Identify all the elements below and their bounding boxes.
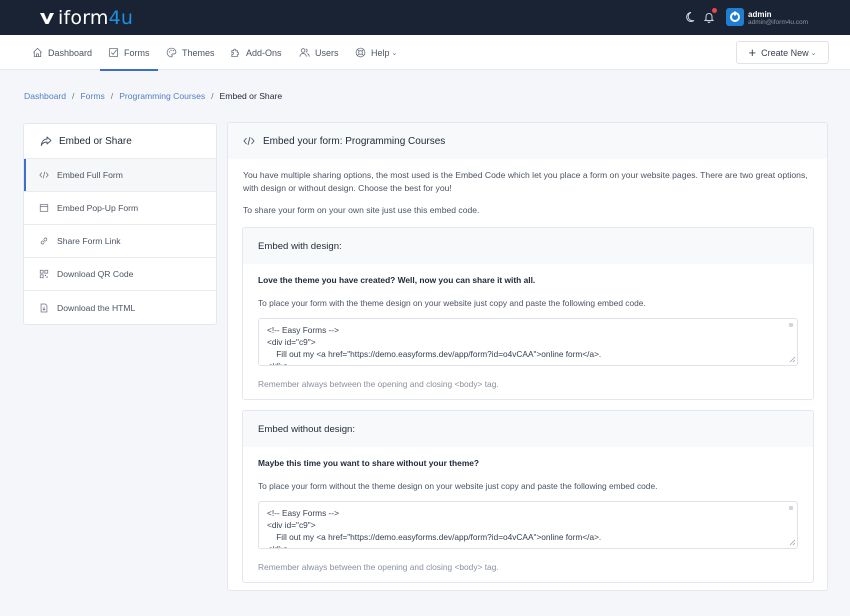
user-email: admin@iform4u.com xyxy=(748,19,809,26)
scrollbar[interactable] xyxy=(789,323,793,327)
resize-handle-icon[interactable] xyxy=(788,355,796,363)
embed-with-design-description: To place your form with the theme design… xyxy=(258,298,646,308)
breadcrumb-form[interactable]: Programming Courses xyxy=(119,91,205,101)
nav-label: Help xyxy=(371,47,390,58)
intro-text: You have multiple sharing options, the m… xyxy=(243,170,808,193)
nav-users[interactable]: Users xyxy=(299,35,339,70)
logo-text: iform4u xyxy=(58,7,134,29)
top-bar: iform4u admin admin@iform4u.com xyxy=(0,0,850,35)
embed-without-design-code[interactable]: <!-- Easy Forms --> <div id="c9"> Fill o… xyxy=(258,501,798,549)
puzzle-icon xyxy=(231,48,240,58)
embed-without-design-title: Embed without design: xyxy=(243,411,813,447)
sidebar-item-label: Embed Pop-Up Form xyxy=(57,203,139,213)
code-icon xyxy=(39,171,49,179)
scrollbar[interactable] xyxy=(789,506,793,510)
link-icon xyxy=(40,237,48,245)
nav-label: Add-Ons xyxy=(246,47,282,58)
breadcrumb-separator: / xyxy=(110,91,114,101)
nav-help[interactable]: Help ⌄ xyxy=(355,35,397,70)
chevron-down-icon: ⌄ xyxy=(810,49,817,57)
users-icon xyxy=(299,48,310,57)
embed-without-design-note: Remember always between the opening and … xyxy=(258,562,499,572)
plus-icon: + xyxy=(748,45,757,60)
nav-themes[interactable]: Themes xyxy=(166,35,215,70)
forms-icon xyxy=(108,47,119,58)
sidebar-item-label: Download QR Code xyxy=(57,269,134,279)
share-icon xyxy=(40,136,52,146)
file-download-icon xyxy=(40,303,48,312)
avatar[interactable] xyxy=(726,8,744,26)
embed-without-design-card: Embed without design: Maybe this time yo… xyxy=(242,410,814,583)
sidebar-item-share-form-link[interactable]: Share Form Link xyxy=(24,225,216,258)
qr-code-icon xyxy=(39,269,49,279)
logo[interactable]: iform4u xyxy=(39,7,133,29)
embed-with-design-lead: Love the theme you have created? Well, n… xyxy=(258,275,536,285)
embed-with-design-code[interactable]: <!-- Easy Forms --> <div id="c9"> Fill o… xyxy=(258,318,798,366)
breadcrumb-current: Embed or Share xyxy=(219,91,283,101)
breadcrumb: Dashboard / Forms / Programming Courses … xyxy=(24,91,282,101)
embed-card-header: Embed your form: Programming Courses xyxy=(228,123,827,159)
breadcrumb-dashboard[interactable]: Dashboard xyxy=(24,91,66,101)
notification-badge xyxy=(712,8,717,13)
main-nav: Dashboard Forms Themes Add-Ons Users Hel… xyxy=(0,35,850,71)
create-new-button[interactable]: + Create New ⌄ xyxy=(736,41,829,64)
code-icon xyxy=(243,136,255,146)
user-name[interactable]: admin xyxy=(748,10,772,19)
logo-check-icon xyxy=(40,13,54,24)
intro-subtext: To share your form on your own site just… xyxy=(243,205,480,215)
nav-addons[interactable]: Add-Ons xyxy=(230,35,282,70)
resize-handle-icon[interactable] xyxy=(788,538,796,546)
embed-card: Embed your form: Programming Courses You… xyxy=(227,122,828,591)
power-icon xyxy=(730,11,740,22)
embed-without-design-description: To place your form without the theme des… xyxy=(258,481,658,491)
moon-icon[interactable] xyxy=(686,11,698,23)
sidebar-item-embed-full-form[interactable]: Embed Full Form xyxy=(24,159,216,192)
nav-label: Forms xyxy=(124,47,150,58)
sidebar-item-download-qr-code[interactable]: Download QR Code xyxy=(24,258,216,291)
nav-label: Dashboard xyxy=(48,47,93,58)
palette-icon xyxy=(166,47,177,58)
chevron-down-icon: ⌄ xyxy=(391,49,398,57)
sidebar-header: Embed or Share xyxy=(24,124,216,159)
nav-forms[interactable]: Forms xyxy=(100,35,158,71)
sidebar-item-label: Share Form Link xyxy=(57,236,121,246)
sidebar-title: Embed or Share xyxy=(59,135,132,147)
embed-card-title: Embed your form: Programming Courses xyxy=(263,135,446,147)
embed-with-design-note: Remember always between the opening and … xyxy=(258,379,499,389)
home-icon xyxy=(33,47,42,58)
nav-label: Users xyxy=(315,47,339,58)
nav-dashboard[interactable]: Dashboard xyxy=(32,35,92,70)
nav-label: Themes xyxy=(182,47,215,58)
breadcrumb-separator: / xyxy=(72,91,75,101)
breadcrumb-forms[interactable]: Forms xyxy=(80,91,104,101)
window-icon xyxy=(39,204,49,212)
help-icon xyxy=(355,47,366,58)
sidebar-item-embed-popup-form[interactable]: Embed Pop-Up Form xyxy=(24,192,216,225)
sidebar-item-download-html[interactable]: Download the HTML xyxy=(24,291,216,324)
embed-with-design-card: Embed with design: Love the theme you ha… xyxy=(242,227,814,400)
sidebar-item-label: Download the HTML xyxy=(57,302,136,313)
embed-without-design-lead: Maybe this time you want to share withou… xyxy=(258,458,480,468)
sidebar-item-label: Embed Full Form xyxy=(57,170,123,180)
breadcrumb-separator: / xyxy=(211,91,214,101)
embed-with-design-title: Embed with design: xyxy=(243,228,813,264)
sidebar: Embed or Share Embed Full Form Embed Pop… xyxy=(23,123,217,325)
create-new-label: Create New xyxy=(761,47,809,58)
